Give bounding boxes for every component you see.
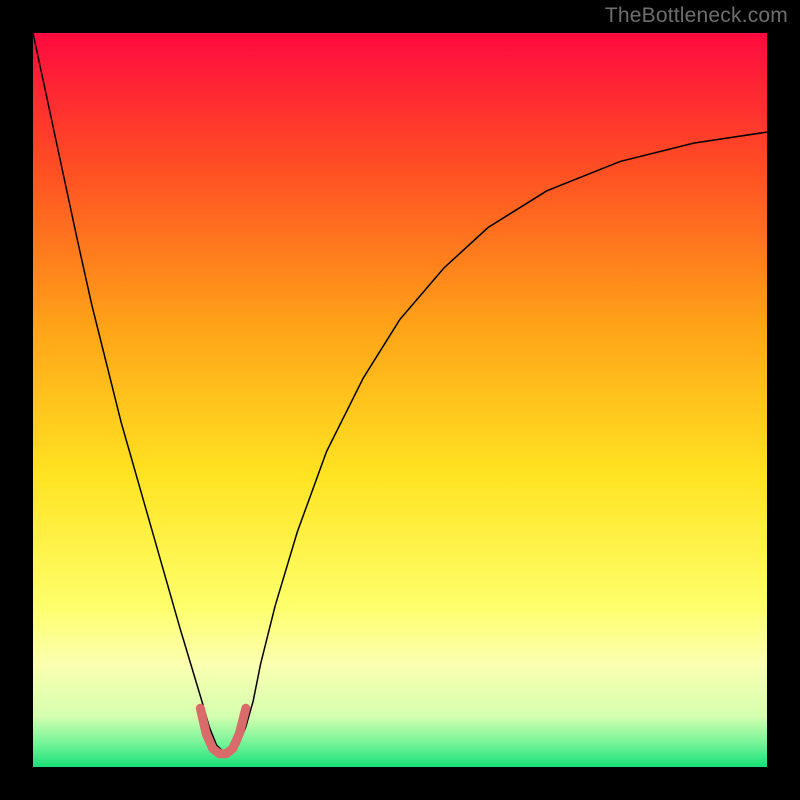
chart-svg bbox=[33, 33, 767, 767]
watermark-text: TheBottleneck.com bbox=[605, 4, 788, 28]
chart-plot-area bbox=[33, 33, 767, 767]
chart-background bbox=[33, 33, 767, 767]
chart-frame: TheBottleneck.com bbox=[0, 0, 800, 800]
